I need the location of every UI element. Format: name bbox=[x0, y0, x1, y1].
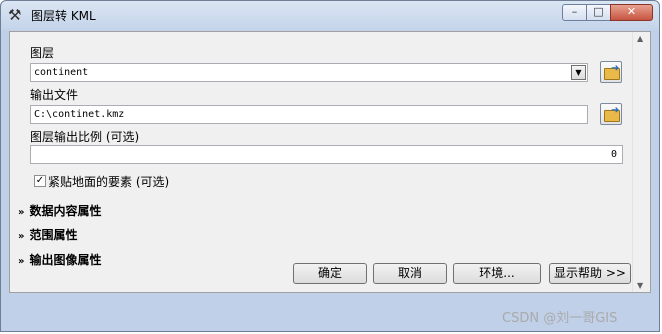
scale-input[interactable]: 0 bbox=[30, 145, 623, 164]
maximize-button[interactable]: □ bbox=[586, 4, 611, 21]
double-chevron-down-icon: » bbox=[18, 207, 25, 218]
scale-label: 图层输出比例 (可选) bbox=[30, 130, 140, 144]
section-label: 输出图像属性 bbox=[29, 253, 102, 267]
layer-select[interactable]: continent bbox=[30, 63, 588, 82]
scroll-up-icon[interactable]: ▲ bbox=[637, 34, 643, 43]
double-chevron-down-icon: » bbox=[18, 256, 25, 267]
section-output-image[interactable]: » 输出图像属性 bbox=[18, 251, 101, 268]
clamp-label: 紧贴地面的要素 (可选) bbox=[48, 175, 170, 189]
minimize-button[interactable]: – bbox=[562, 4, 587, 21]
hammer-icon: ⚒ bbox=[8, 6, 22, 24]
ok-button[interactable]: 确定 bbox=[293, 263, 367, 284]
scroll-down-icon[interactable]: ▼ bbox=[637, 281, 643, 290]
environments-button[interactable]: 环境... bbox=[453, 263, 541, 284]
section-data-content[interactable]: » 数据内容属性 bbox=[18, 202, 101, 219]
arrow-icon: ➜ bbox=[611, 63, 620, 74]
parameters-panel: 图层 continent ▼ ➜ 输出文件 C:\continet.kmz ➜ … bbox=[9, 31, 651, 293]
window-title: 图层转 KML bbox=[31, 9, 96, 23]
chevron-down-icon[interactable]: ▼ bbox=[571, 65, 586, 80]
watermark: CSDN @刘一哥GIS bbox=[502, 311, 618, 326]
section-label: 范围属性 bbox=[29, 228, 78, 242]
output-file-label: 输出文件 bbox=[30, 88, 79, 102]
cancel-button[interactable]: 取消 bbox=[373, 263, 447, 284]
show-help-button[interactable]: 显示帮助 >> bbox=[549, 263, 631, 284]
layer-label: 图层 bbox=[30, 46, 55, 60]
arrow-icon: ➜ bbox=[611, 105, 620, 116]
double-chevron-down-icon: » bbox=[18, 231, 25, 242]
tool-dialog-window: ⚒ 图层转 KML – □ ✕ 图层 continent ▼ ➜ 输出文件 C:… bbox=[0, 0, 660, 332]
browse-layer-button[interactable]: ➜ bbox=[600, 61, 622, 83]
section-label: 数据内容属性 bbox=[29, 204, 102, 218]
browse-output-button[interactable]: ➜ bbox=[600, 103, 622, 125]
close-button[interactable]: ✕ bbox=[610, 4, 653, 21]
section-extent[interactable]: » 范围属性 bbox=[18, 226, 77, 243]
clamp-checkbox[interactable]: ✓ bbox=[34, 175, 46, 187]
title-bar[interactable]: ⚒ 图层转 KML – □ ✕ bbox=[1, 1, 659, 29]
output-file-input[interactable]: C:\continet.kmz bbox=[30, 105, 588, 124]
vertical-scrollbar[interactable]: ▲ ▼ bbox=[632, 32, 650, 292]
